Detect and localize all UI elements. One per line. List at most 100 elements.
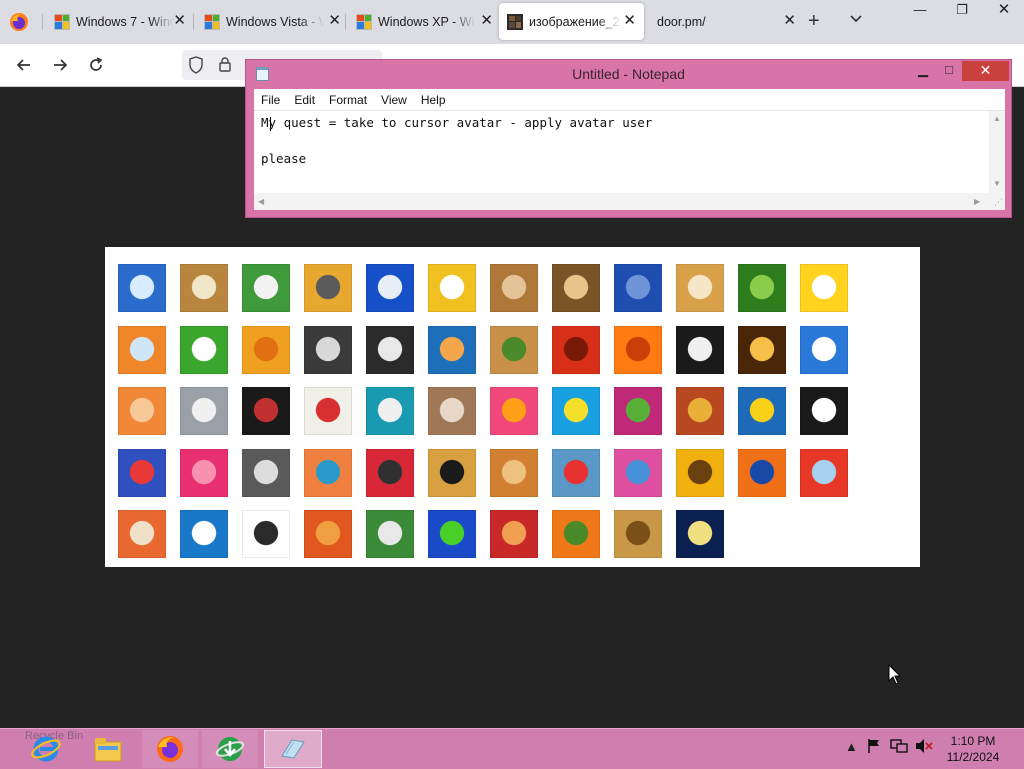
avatar-turntable[interactable]: [242, 387, 290, 435]
avatar-robot-toy[interactable]: [180, 387, 228, 435]
avatar-soccer-ball-and-mitt[interactable]: [242, 264, 290, 312]
notepad-icon[interactable]: [264, 730, 322, 768]
firefox-menu-icon[interactable]: [6, 10, 32, 34]
avatar-roller-coaster[interactable]: [800, 326, 848, 374]
close-window-icon[interactable]: ✕: [984, 0, 1024, 22]
avatar-sparkles[interactable]: [738, 326, 786, 374]
avatar-stairs[interactable]: [304, 449, 352, 497]
avatar-pinwheel[interactable]: [552, 387, 600, 435]
firefox-icon[interactable]: [142, 730, 198, 768]
avatar-beach-chair[interactable]: [304, 264, 352, 312]
menu-help[interactable]: Help: [414, 93, 453, 107]
avatar-basket-weave[interactable]: [614, 510, 662, 558]
avatar-pomeranian[interactable]: [490, 449, 538, 497]
close-icon[interactable]: ✕: [962, 61, 1009, 81]
horizontal-scrollbar[interactable]: ◀ ▶ ⋰: [254, 193, 1005, 210]
avatar-silk-cloth[interactable]: [614, 449, 662, 497]
avatar-guitar[interactable]: [428, 449, 476, 497]
menu-view[interactable]: View: [374, 93, 414, 107]
avatar-red-star[interactable]: [180, 449, 228, 497]
avatar-lighthouse[interactable]: [676, 510, 724, 558]
avatar-starfish[interactable]: [118, 387, 166, 435]
avatar-pink-ball[interactable]: [614, 387, 662, 435]
avatar-jacks[interactable]: [242, 449, 290, 497]
show-hidden-icons[interactable]: ▲: [845, 739, 858, 754]
notepad-title-bar[interactable]: Untitled - Notepad ▁ □ ✕: [246, 60, 1011, 88]
avatar-horses[interactable]: [304, 326, 352, 374]
close-tab-icon[interactable]: ✕: [623, 13, 636, 29]
avatar-motocross[interactable]: [614, 264, 662, 312]
browser-tab[interactable]: Windows XP - Wi ✕: [350, 3, 501, 40]
avatar-window-block[interactable]: [428, 510, 476, 558]
avatar-kitten[interactable]: [490, 264, 538, 312]
browser-tab[interactable]: Windows 7 - Wind ✕: [48, 3, 194, 40]
avatar-sailboat[interactable]: [180, 510, 228, 558]
avatar-origami-crane[interactable]: [366, 449, 414, 497]
avatar-monarch-butterfly[interactable]: [552, 510, 600, 558]
avatar-sunflower[interactable]: [676, 449, 724, 497]
avatar-crayons[interactable]: [118, 449, 166, 497]
avatar-robot[interactable]: [180, 264, 228, 312]
menu-edit[interactable]: Edit: [287, 93, 322, 107]
notepad-text-area[interactable]: My quest = take to cursor avatar - apply…: [254, 111, 1005, 210]
shield-icon[interactable]: [188, 56, 204, 77]
browser-tab[interactable]: Windows Vista - W ✕: [198, 3, 349, 40]
notepad-text[interactable]: My quest = take to cursor avatar - apply…: [261, 114, 652, 168]
file-explorer-icon[interactable]: [80, 730, 136, 768]
minimize-icon[interactable]: ▁: [910, 61, 936, 81]
resize-grip-icon[interactable]: ⋰: [994, 197, 1003, 208]
notepad-window[interactable]: Untitled - Notepad ▁ □ ✕ File Edit Forma…: [245, 59, 1012, 218]
avatar-white-flower[interactable]: [676, 326, 724, 374]
avatar-tin-robot[interactable]: [552, 449, 600, 497]
forward-arrow-icon[interactable]: [48, 54, 72, 76]
close-tab-icon[interactable]: ✕: [173, 13, 186, 29]
internet-explorer-icon[interactable]: [18, 730, 74, 768]
idm-icon[interactable]: [202, 730, 258, 768]
close-tab-icon[interactable]: ✕: [480, 13, 493, 29]
reload-icon[interactable]: [84, 54, 108, 76]
scroll-down-icon[interactable]: ▼: [993, 179, 1001, 188]
avatar-red-coral[interactable]: [552, 326, 600, 374]
avatar-bonsai[interactable]: [490, 326, 538, 374]
scroll-left-icon[interactable]: ◀: [258, 197, 264, 206]
avatar-border-collie[interactable]: [800, 387, 848, 435]
maximize-icon[interactable]: □: [936, 61, 962, 81]
avatar-chess-pieces[interactable]: [552, 264, 600, 312]
close-tab-icon[interactable]: ✕: [783, 13, 796, 29]
flag-icon[interactable]: [866, 738, 882, 757]
avatar-race-car[interactable]: [428, 264, 476, 312]
avatar-sleeping-kitten[interactable]: [428, 387, 476, 435]
avatar-yellow-leaf[interactable]: [738, 387, 786, 435]
avatar-gyroscope[interactable]: [366, 387, 414, 435]
system-clock[interactable]: 1:10 PM 11/2/2024: [938, 733, 1008, 765]
avatar-frog[interactable]: [180, 326, 228, 374]
avatar-soccer-ball[interactable]: [242, 510, 290, 558]
avatar-fabric[interactable]: [676, 387, 724, 435]
avatar-bass-clef[interactable]: [242, 326, 290, 374]
avatar-tropical-fish[interactable]: [738, 449, 786, 497]
avatar-space-shuttle[interactable]: [428, 326, 476, 374]
scroll-up-icon[interactable]: ▲: [993, 114, 1001, 123]
avatar-marbles[interactable]: [366, 510, 414, 558]
minimize-window-icon[interactable]: —: [900, 0, 940, 22]
avatar-karate[interactable]: [366, 326, 414, 374]
volume-muted-icon[interactable]: [914, 738, 934, 757]
menu-file[interactable]: File: [254, 93, 287, 107]
avatar-butterfly[interactable]: [366, 264, 414, 312]
network-icon[interactable]: [890, 738, 908, 757]
close-tab-icon[interactable]: ✕: [328, 13, 341, 29]
back-arrow-icon[interactable]: [12, 54, 36, 76]
avatar-pink-flower[interactable]: [490, 387, 538, 435]
browser-tab[interactable]: door.pm/ ✕: [650, 3, 802, 40]
avatar-leaf[interactable]: [738, 264, 786, 312]
chevron-down-icon[interactable]: [849, 12, 863, 29]
avatar-lucky-cat[interactable]: [304, 387, 352, 435]
avatar-airplane[interactable]: [118, 264, 166, 312]
vertical-scrollbar[interactable]: ▲ ▼: [989, 111, 1005, 193]
menu-format[interactable]: Format: [322, 93, 374, 107]
avatar-hot-air-balloon[interactable]: [800, 449, 848, 497]
avatar-golden-retriever[interactable]: [676, 264, 724, 312]
browser-tab-active[interactable]: изображение_20 ✕: [499, 3, 644, 40]
plus-icon[interactable]: +: [808, 10, 820, 32]
lock-icon[interactable]: [218, 56, 232, 75]
